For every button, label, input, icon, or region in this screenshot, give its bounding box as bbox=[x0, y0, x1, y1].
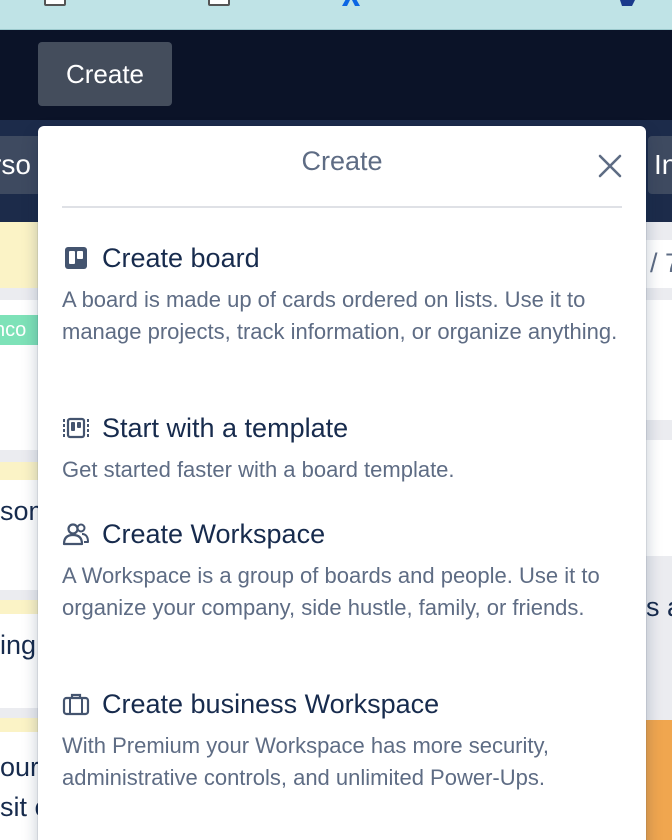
board-icon bbox=[65, 247, 87, 269]
workspace-icon bbox=[62, 523, 89, 546]
popover-divider bbox=[62, 206, 622, 208]
card-text-fragment: sit c bbox=[0, 792, 40, 822]
board-card-left[interactable] bbox=[0, 614, 40, 708]
option-header: Create board bbox=[62, 240, 632, 276]
option-title: Create board bbox=[102, 243, 260, 273]
create-popover: Create Create board A board is made up o… bbox=[38, 126, 646, 840]
card-text-fragment: / 7 bbox=[650, 248, 672, 278]
bookmark-folder-icon[interactable] bbox=[208, 0, 230, 6]
board-bar-button-right[interactable]: In bbox=[648, 136, 672, 194]
option-header: Create Workspace bbox=[62, 516, 632, 552]
option-title: Create Workspace bbox=[102, 519, 326, 549]
option-header: Start with a template bbox=[62, 410, 632, 446]
card-text-fragment: our bbox=[0, 752, 40, 782]
start-with-template-option[interactable]: Start with a template Get started faster… bbox=[62, 410, 632, 486]
board-card-right[interactable] bbox=[646, 440, 672, 556]
board-card-left[interactable] bbox=[0, 462, 40, 480]
popover-title: Create bbox=[301, 146, 383, 176]
card-text-fragment: som bbox=[0, 496, 40, 526]
board-card-left[interactable] bbox=[0, 732, 40, 840]
board-card-left[interactable] bbox=[0, 222, 40, 288]
bookmark-folder-icon[interactable] bbox=[44, 0, 66, 6]
create-workspace-option[interactable]: Create Workspace A Workspace is a group … bbox=[62, 516, 632, 624]
create-button[interactable]: Create bbox=[38, 42, 172, 106]
app-header: Create bbox=[0, 30, 672, 120]
board-card-cover[interactable] bbox=[646, 720, 672, 840]
briefcase-icon bbox=[62, 693, 90, 716]
create-board-option[interactable]: Create board A board is made up of cards… bbox=[62, 240, 632, 348]
card-text-fragment: ing bbox=[0, 630, 37, 660]
option-title: Create business Workspace bbox=[102, 689, 440, 719]
board-card-left[interactable] bbox=[0, 600, 40, 614]
option-header: Create business Workspace bbox=[62, 686, 632, 722]
template-icon bbox=[63, 417, 89, 439]
option-description: A board is made up of cards ordered on l… bbox=[62, 287, 618, 344]
option-title: Start with a template bbox=[102, 413, 349, 443]
option-description: A Workspace is a group of boards and peo… bbox=[62, 563, 600, 620]
bookmarks-bar bbox=[0, 0, 672, 30]
bookmark-atlassian-icon[interactable] bbox=[338, 0, 364, 6]
create-business-workspace-option[interactable]: Create business Workspace With Premium y… bbox=[62, 686, 632, 794]
bookmark-site-icon[interactable] bbox=[618, 0, 638, 6]
option-description: With Premium your Workspace has more sec… bbox=[62, 733, 549, 790]
option-description: Get started faster with a board template… bbox=[62, 457, 455, 482]
card-text-fragment: s a bbox=[646, 592, 672, 622]
board-card-right[interactable] bbox=[646, 300, 672, 420]
close-icon[interactable] bbox=[592, 148, 628, 184]
board-card-left[interactable] bbox=[0, 718, 40, 732]
card-label: nco bbox=[0, 315, 40, 345]
